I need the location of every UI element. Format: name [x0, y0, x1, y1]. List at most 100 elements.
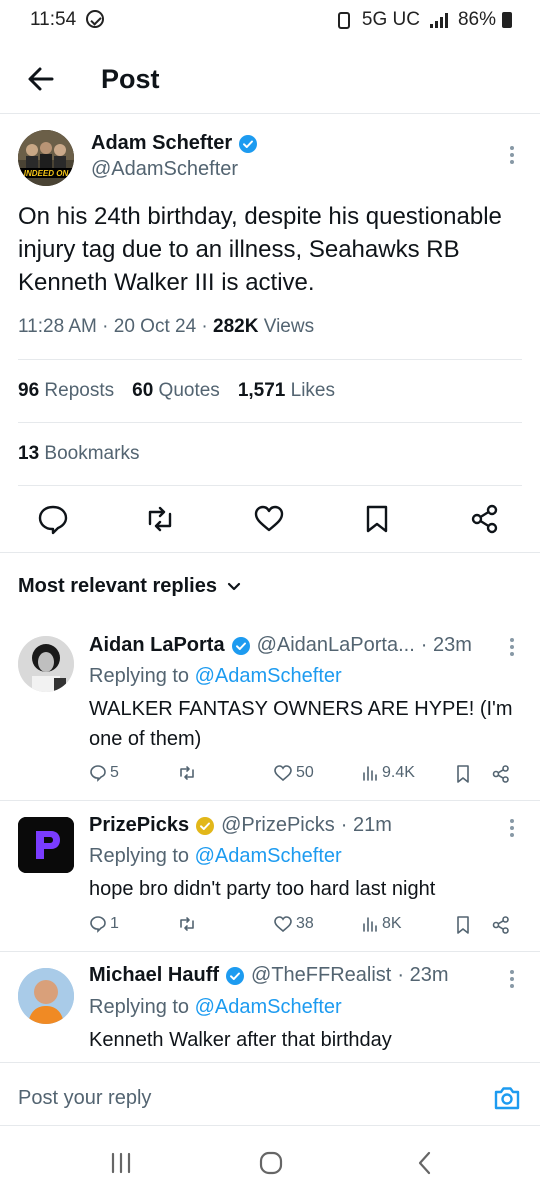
author-name[interactable]: Adam Schefter [91, 132, 232, 155]
system-nav-bar [0, 1130, 540, 1200]
back-arrow-icon[interactable] [24, 62, 58, 96]
share-icon[interactable] [491, 915, 511, 935]
reply-repost-action[interactable] [177, 764, 197, 782]
share-icon[interactable] [491, 764, 511, 784]
reply-avatar[interactable] [18, 968, 74, 1024]
reply-author-name[interactable]: Aidan LaPorta [89, 634, 225, 657]
repost-icon [180, 766, 194, 780]
back-nav-icon[interactable] [412, 1150, 438, 1176]
share-icon[interactable] [468, 502, 502, 536]
reply-time: · 23m [397, 964, 449, 986]
status-right: 5G UC 86% [337, 9, 512, 31]
replying-to-handle[interactable]: @AdamSchefter [195, 845, 342, 867]
replying-to: Replying to @AdamSchefter [89, 845, 342, 867]
verified-badge-icon [231, 636, 250, 655]
replies-sort-label: Most relevant replies [18, 575, 217, 597]
reposts-stat[interactable]: 96 Reposts [18, 380, 114, 402]
reply-repost-action[interactable] [177, 915, 197, 933]
repost-icon[interactable] [143, 502, 177, 536]
camera-icon[interactable] [492, 1083, 522, 1113]
reply-time: · 23m [420, 634, 472, 656]
post-text: On his 24th birthday, despite his questi… [18, 203, 502, 296]
reply-composer[interactable]: Post your reply [0, 1062, 540, 1126]
like-icon [274, 765, 292, 782]
author-name-row[interactable]: Adam Schefter [91, 132, 258, 155]
avatar-caption: INDEED ON [24, 169, 69, 178]
post-date: 20 Oct 24 [113, 316, 197, 337]
more-options-icon[interactable] [510, 819, 514, 839]
verified-badge-icon [239, 134, 258, 153]
reply-header: Michael Hauff @TheFFRealist · 23m [89, 964, 449, 987]
likes-stat[interactable]: 1,571 Likes [238, 380, 335, 402]
quotes-stat[interactable]: 60 Quotes [132, 380, 220, 402]
page-title: Post [101, 64, 160, 94]
reply-icon [90, 765, 106, 782]
recent-apps-icon[interactable] [108, 1150, 134, 1176]
divider [18, 359, 522, 360]
do-not-disturb-icon [86, 10, 104, 28]
reply-comment-action[interactable]: 1 [89, 915, 119, 933]
author-handle[interactable]: @AdamSchefter [91, 158, 238, 181]
reply-header: PrizePicks @PrizePicks · 21m [89, 814, 392, 837]
bookmark-icon[interactable] [455, 764, 471, 784]
section-divider [0, 552, 540, 553]
top-bar: Post [0, 50, 540, 114]
views-icon [363, 917, 377, 932]
replying-to: Replying to @AdamSchefter [89, 665, 342, 687]
like-icon[interactable] [252, 502, 286, 536]
battery-level: 86% [457, 9, 496, 30]
reply-author-handle[interactable]: @PrizePicks [221, 814, 335, 837]
reply-item[interactable]: PrizePicks @PrizePicks · 21m Replying to… [0, 801, 540, 951]
divider [18, 485, 522, 486]
views-icon [363, 766, 377, 781]
reply-like-action[interactable]: 38 [273, 915, 314, 933]
reply-author-name[interactable]: Michael Hauff [89, 964, 219, 987]
bookmarks-stat[interactable]: 13 Bookmarks [18, 443, 139, 465]
reply-input-placeholder[interactable]: Post your reply [18, 1087, 151, 1110]
reply-icon[interactable] [36, 502, 70, 536]
reply-text: Kenneth Walker after that birthday [89, 1029, 392, 1051]
reply-item[interactable]: Aidan LaPorta @AidanLaPorta... · 23m Rep… [0, 620, 540, 800]
post-stats: 96 Reposts 60 Quotes 1,571 Likes [18, 380, 335, 402]
replies-sort-dropdown[interactable]: Most relevant replies [18, 575, 241, 598]
post-actions [0, 502, 540, 542]
reply-avatar[interactable] [18, 817, 74, 873]
replying-to-handle[interactable]: @AdamSchefter [195, 665, 342, 687]
more-options-icon[interactable] [510, 970, 514, 990]
more-options-icon[interactable] [510, 638, 514, 658]
reply-author-name[interactable]: PrizePicks [89, 814, 189, 837]
bookmark-icon[interactable] [360, 502, 394, 536]
signal-icon [429, 12, 448, 28]
reply-icon [90, 916, 106, 933]
post-time: 11:28 AM [18, 316, 97, 337]
divider [18, 422, 522, 423]
reply-views-action[interactable]: 9.4K [361, 764, 415, 782]
reply-avatar[interactable] [18, 636, 74, 692]
reply-item[interactable]: Michael Hauff @TheFFRealist · 23m Replyi… [0, 952, 540, 1062]
battery-icon [502, 12, 512, 28]
reply-text: WALKER FANTASY OWNERS ARE HYPE! (I'm one… [89, 698, 513, 750]
reply-author-handle[interactable]: @AidanLaPorta... [257, 634, 415, 657]
reply-actions: 1 38 8K [89, 915, 519, 941]
reply-views-action[interactable]: 8K [361, 915, 402, 933]
author-avatar[interactable]: INDEED ON [18, 130, 74, 186]
replying-to-handle[interactable]: @AdamSchefter [195, 996, 342, 1018]
reply-text: hope bro didn't party too hard last nigh… [89, 878, 436, 900]
reply-time: · 21m [340, 814, 392, 836]
reply-author-handle[interactable]: @TheFFRealist [251, 964, 391, 987]
more-options-icon[interactable] [510, 146, 514, 166]
home-icon[interactable] [258, 1150, 284, 1176]
like-icon [274, 916, 292, 933]
status-time: 11:54 [30, 9, 77, 30]
network-label: 5G UC [361, 9, 420, 30]
lock-icon [337, 11, 350, 29]
repost-icon [180, 917, 194, 931]
reply-comment-action[interactable]: 5 [89, 764, 119, 782]
reply-like-action[interactable]: 50 [273, 764, 314, 782]
reply-actions: 5 50 9.4K [89, 764, 519, 790]
chevron-down-icon [227, 582, 241, 590]
reply-header: Aidan LaPorta @AidanLaPorta... · 23m [89, 634, 472, 657]
bookmark-icon[interactable] [455, 915, 471, 935]
views-label: Views [263, 316, 315, 337]
views-count: 282K [213, 316, 259, 337]
